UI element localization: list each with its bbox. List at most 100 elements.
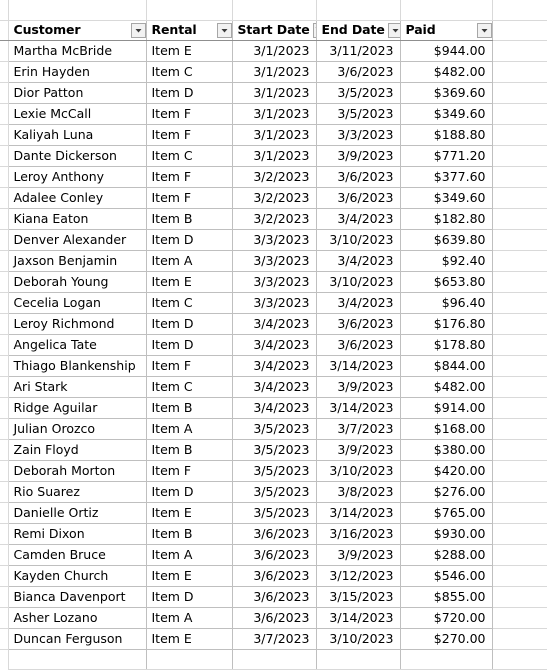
cell-paid[interactable]: $546.00: [400, 565, 493, 587]
cell-end[interactable]: 3/14/2023: [316, 607, 401, 629]
cell-end[interactable]: 3/9/2023: [316, 376, 401, 398]
cell-rental[interactable]: Item E: [146, 565, 233, 587]
cell-rental[interactable]: Item A: [146, 418, 233, 440]
filter-dropdown-icon[interactable]: [387, 22, 399, 38]
empty-cell[interactable]: [492, 481, 547, 503]
cell-paid[interactable]: $288.00: [400, 544, 493, 566]
cell-paid[interactable]: $482.00: [400, 376, 493, 398]
cell-customer[interactable]: Rio Suarez: [7, 481, 147, 503]
cell-end[interactable]: 3/4/2023: [316, 208, 401, 230]
cell-paid[interactable]: $349.60: [400, 103, 493, 125]
cell-rental[interactable]: Item E: [146, 271, 233, 293]
cell-paid[interactable]: $639.80: [400, 229, 493, 251]
empty-cell[interactable]: [492, 166, 547, 188]
cell-rental[interactable]: Item C: [146, 292, 233, 314]
cell-paid[interactable]: $168.00: [400, 418, 493, 440]
cell-start[interactable]: 3/1/2023: [232, 82, 317, 104]
empty-cell[interactable]: [492, 418, 547, 440]
cell-rental[interactable]: Item D: [146, 586, 233, 608]
empty-cell[interactable]: [492, 61, 547, 83]
cell-rental[interactable]: Item E: [146, 40, 233, 62]
cell-start[interactable]: 3/6/2023: [232, 565, 317, 587]
cell-paid[interactable]: $178.80: [400, 334, 493, 356]
cell-customer[interactable]: Lexie McCall: [7, 103, 147, 125]
empty-cell[interactable]: [492, 187, 547, 209]
empty-cell[interactable]: [492, 82, 547, 104]
cell-end[interactable]: 3/3/2023: [316, 124, 401, 146]
cell-end[interactable]: 3/10/2023: [316, 229, 401, 251]
cell-rental[interactable]: Item D: [146, 334, 233, 356]
cell-end[interactable]: 3/5/2023: [316, 82, 401, 104]
cell-end[interactable]: 3/7/2023: [316, 418, 401, 440]
cell-start[interactable]: 3/1/2023: [232, 61, 317, 83]
cell-start[interactable]: 3/5/2023: [232, 439, 317, 461]
empty-cell[interactable]: [492, 523, 547, 545]
cell-customer[interactable]: Zain Floyd: [7, 439, 147, 461]
cell-rental[interactable]: Item E: [146, 502, 233, 524]
empty-cell[interactable]: [232, 649, 317, 670]
cell-paid[interactable]: $377.60: [400, 166, 493, 188]
cell-rental[interactable]: Item D: [146, 313, 233, 335]
empty-cell[interactable]: [316, 649, 401, 670]
cell-customer[interactable]: Bianca Davenport: [7, 586, 147, 608]
cell-customer[interactable]: Kiana Eaton: [7, 208, 147, 230]
empty-cell[interactable]: [146, 649, 233, 670]
cell-end[interactable]: 3/12/2023: [316, 565, 401, 587]
cell-rental[interactable]: Item C: [146, 61, 233, 83]
empty-cell[interactable]: [400, 649, 493, 670]
cell-end[interactable]: 3/6/2023: [316, 313, 401, 335]
cell-end[interactable]: 3/10/2023: [316, 628, 401, 650]
cell-start[interactable]: 3/7/2023: [232, 628, 317, 650]
cell-end[interactable]: 3/6/2023: [316, 334, 401, 356]
cell-start[interactable]: 3/4/2023: [232, 355, 317, 377]
empty-cell[interactable]: [492, 607, 547, 629]
empty-cell[interactable]: [400, 0, 493, 21]
cell-end[interactable]: 3/8/2023: [316, 481, 401, 503]
cell-customer[interactable]: Danielle Ortiz: [7, 502, 147, 524]
empty-cell[interactable]: [492, 586, 547, 608]
cell-customer[interactable]: Deborah Morton: [7, 460, 147, 482]
filter-dropdown-icon[interactable]: [216, 22, 231, 38]
empty-cell[interactable]: [8, 0, 147, 21]
cell-customer[interactable]: Erin Hayden: [7, 61, 147, 83]
cell-customer[interactable]: Ridge Aguilar: [7, 397, 147, 419]
cell-customer[interactable]: Camden Bruce: [7, 544, 147, 566]
empty-cell[interactable]: [492, 439, 547, 461]
cell-paid[interactable]: $844.00: [400, 355, 493, 377]
cell-customer[interactable]: Remi Dixon: [7, 523, 147, 545]
cell-rental[interactable]: Item A: [146, 544, 233, 566]
cell-paid[interactable]: $482.00: [400, 61, 493, 83]
cell-start[interactable]: 3/5/2023: [232, 460, 317, 482]
cell-customer[interactable]: Duncan Ferguson: [7, 628, 147, 650]
column-header-customer[interactable]: Customer: [7, 19, 147, 41]
cell-rental[interactable]: Item D: [146, 229, 233, 251]
cell-customer[interactable]: Leroy Anthony: [7, 166, 147, 188]
cell-customer[interactable]: Dante Dickerson: [7, 145, 147, 167]
cell-customer[interactable]: Thiago Blankenship: [7, 355, 147, 377]
cell-customer[interactable]: Denver Alexander: [7, 229, 147, 251]
empty-cell[interactable]: [492, 145, 547, 167]
cell-paid[interactable]: $765.00: [400, 502, 493, 524]
cell-end[interactable]: 3/9/2023: [316, 544, 401, 566]
cell-end[interactable]: 3/10/2023: [316, 460, 401, 482]
cell-paid[interactable]: $96.40: [400, 292, 493, 314]
filter-dropdown-icon[interactable]: [130, 22, 145, 38]
column-header-start-date[interactable]: Start Date: [232, 19, 317, 41]
cell-rental[interactable]: Item F: [146, 103, 233, 125]
empty-cell[interactable]: [492, 397, 547, 419]
cell-rental[interactable]: Item D: [146, 481, 233, 503]
cell-end[interactable]: 3/6/2023: [316, 61, 401, 83]
empty-cell[interactable]: [492, 355, 547, 377]
empty-cell[interactable]: [492, 502, 547, 524]
empty-cell[interactable]: [492, 124, 547, 146]
cell-customer[interactable]: Cecelia Logan: [7, 292, 147, 314]
cell-rental[interactable]: Item F: [146, 166, 233, 188]
cell-paid[interactable]: $914.00: [400, 397, 493, 419]
empty-cell[interactable]: [7, 649, 147, 670]
cell-rental[interactable]: Item B: [146, 523, 233, 545]
cell-end[interactable]: 3/15/2023: [316, 586, 401, 608]
cell-paid[interactable]: $944.00: [400, 40, 493, 62]
cell-paid[interactable]: $276.00: [400, 481, 493, 503]
empty-cell[interactable]: [492, 292, 547, 314]
empty-cell[interactable]: [492, 376, 547, 398]
